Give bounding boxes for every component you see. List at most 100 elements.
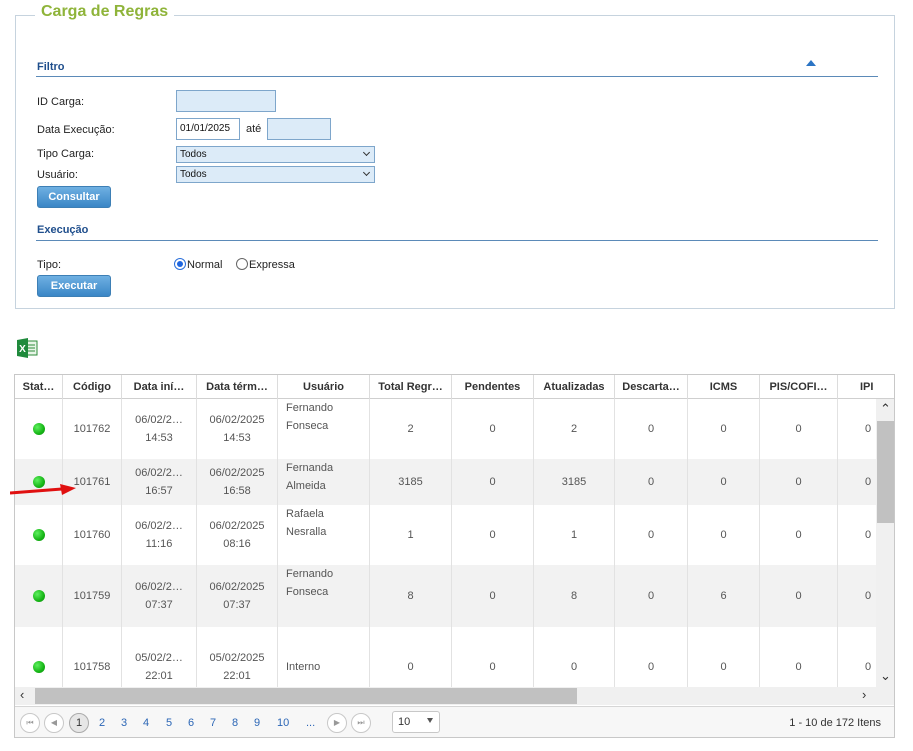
red-annotation-arrow-icon [10, 484, 76, 495]
col-pis-cofins[interactable]: PIS/COFI… [760, 375, 838, 399]
pager-info: 1 - 10 de 172 Itens [789, 717, 881, 729]
usuario-last: Fonseca [286, 420, 329, 432]
carga-regras-panel: Carga de Regras Filtro ID Carga: Data Ex… [15, 3, 895, 309]
radio-expressa-label[interactable]: Expressa [249, 259, 295, 271]
col-data-inicio[interactable]: Data iní… [122, 375, 197, 399]
cell-total: 1 [370, 505, 452, 565]
cell-pis: 0 [760, 459, 838, 505]
scroll-up-icon[interactable]: ⌃ [880, 402, 891, 416]
inicio-date: 06/02/2… [135, 414, 183, 426]
collapse-up-icon[interactable] [806, 60, 816, 66]
inicio-time: 07:37 [145, 599, 173, 611]
page-1[interactable]: 1 [69, 713, 89, 733]
usuario-first: Fernando [286, 402, 334, 414]
page-8[interactable]: 8 [232, 714, 238, 732]
cell-codigo: 101759 [63, 565, 122, 627]
cell-atualizadas: 3185 [534, 459, 615, 505]
cell-pendentes: 0 [452, 627, 534, 687]
cell-total: 2 [370, 399, 452, 459]
termino-date: 05/02/2025 [209, 652, 265, 664]
termino-date: 06/02/2025 [209, 520, 265, 532]
page-9[interactable]: 9 [254, 714, 260, 732]
page-size-select[interactable]: 10 [392, 711, 440, 733]
cargas-grid: Stat… Código Data iní… Data térm… Usuári… [14, 374, 895, 738]
col-usuario[interactable]: Usuário [278, 375, 370, 399]
inicio-time: 16:57 [145, 485, 173, 497]
termino-time: 16:58 [223, 485, 251, 497]
cell-pendentes: 0 [452, 505, 534, 565]
id-carga-input[interactable] [176, 90, 276, 112]
consultar-button[interactable]: Consultar [37, 186, 111, 208]
horizontal-scroll-thumb[interactable] [35, 688, 577, 704]
scroll-down-icon[interactable]: ⌄ [880, 669, 891, 683]
table-row[interactable]: 101761 06/02/2… 16:57 06/02/2025 16:58 Fer… [15, 459, 877, 505]
col-data-termino[interactable]: Data térm… [197, 375, 278, 399]
executar-button[interactable]: Executar [37, 275, 111, 297]
usuario-label: Usuário: [37, 169, 78, 181]
cell-data-inicio: 05/02/2… 22:01 [122, 627, 197, 687]
data-execucao-to-input[interactable] [267, 118, 331, 140]
page-7[interactable]: 7 [210, 714, 216, 732]
inicio-date: 05/02/2… [135, 652, 183, 664]
next-page-icon[interactable]: ▶ [327, 713, 347, 733]
col-icms[interactable]: ICMS [688, 375, 760, 399]
table-row[interactable]: 101759 06/02/2… 07:37 06/02/2025 07:37 Fer… [15, 565, 877, 627]
cell-ipi: 0 [865, 661, 872, 673]
tipo-carga-label: Tipo Carga: [37, 148, 95, 160]
status-green-icon [32, 529, 45, 541]
col-descartadas[interactable]: Descarta… [615, 375, 688, 399]
col-status[interactable]: Stat… [15, 375, 63, 399]
table-row[interactable]: 101762 06/02/2… 14:53 06/02/2025 14:53 Fer… [15, 399, 877, 459]
scroll-right-icon[interactable]: › [862, 688, 866, 702]
page-2[interactable]: 2 [99, 714, 105, 732]
cell-descartadas: 0 [615, 627, 688, 687]
cell-usuario: Interno [278, 627, 370, 687]
col-total-regras[interactable]: Total Regr… [370, 375, 452, 399]
cell-data-inicio: 06/02/2… 07:37 [122, 565, 197, 627]
page-more[interactable]: ... [306, 714, 315, 732]
radio-normal-label[interactable]: Normal [187, 259, 222, 271]
usuario-first: Fernando [286, 568, 334, 580]
cell-usuario: Fernanda Almeida [278, 459, 370, 505]
table-row[interactable]: 101760 06/02/2… 11:16 06/02/2025 08:16 Raf… [15, 505, 877, 565]
first-page-icon[interactable]: ⏮ [20, 713, 40, 733]
scroll-left-icon[interactable]: ‹ [20, 688, 24, 702]
cell-ipi: 0 [865, 423, 872, 435]
cell-atualizadas: 1 [534, 505, 615, 565]
cell-ipi: 0 [865, 476, 872, 488]
dropdown-arrow-icon [427, 718, 433, 723]
horizontal-scrollbar[interactable]: ‹ › [15, 687, 894, 705]
last-page-icon[interactable]: ⏭ [351, 713, 371, 733]
radio-normal[interactable] [174, 258, 186, 270]
vertical-scroll-thumb[interactable] [877, 421, 894, 523]
prev-page-icon[interactable]: ◀ [44, 713, 64, 733]
page-6[interactable]: 6 [188, 714, 194, 732]
radio-expressa[interactable] [236, 258, 248, 270]
excel-export-icon[interactable]: X [16, 338, 38, 358]
usuario-last: Nesralla [286, 526, 327, 538]
cell-pis: 0 [760, 505, 838, 565]
cell-data-termino: 06/02/2025 08:16 [197, 505, 278, 565]
page-5[interactable]: 5 [166, 714, 172, 732]
col-ipi[interactable]: IPI [838, 375, 894, 399]
svg-text:X: X [19, 344, 26, 355]
execucao-divider [36, 240, 878, 241]
cell-descartadas: 0 [615, 399, 688, 459]
table-row[interactable]: 101758 05/02/2… 22:01 05/02/2025 22:01 Int… [15, 627, 877, 687]
cell-usuario: Fernando Fonseca [278, 565, 370, 627]
page-10[interactable]: 10 [277, 714, 289, 732]
tipo-carga-select[interactable]: Todos [176, 146, 375, 163]
cell-descartadas: 0 [615, 505, 688, 565]
vertical-scrollbar[interactable]: ⌃ ⌄ [876, 399, 894, 687]
cell-descartadas: 0 [615, 459, 688, 505]
page-4[interactable]: 4 [143, 714, 149, 732]
data-execucao-from-input[interactable]: 01/01/2025 [176, 118, 240, 140]
cell-data-termino: 06/02/2025 07:37 [197, 565, 278, 627]
col-codigo[interactable]: Código [63, 375, 122, 399]
inicio-time: 22:01 [145, 670, 173, 682]
page-3[interactable]: 3 [121, 714, 127, 732]
col-atualizadas[interactable]: Atualizadas [534, 375, 615, 399]
cell-total: 0 [370, 627, 452, 687]
col-pendentes[interactable]: Pendentes [452, 375, 534, 399]
usuario-select[interactable]: Todos [176, 166, 375, 183]
